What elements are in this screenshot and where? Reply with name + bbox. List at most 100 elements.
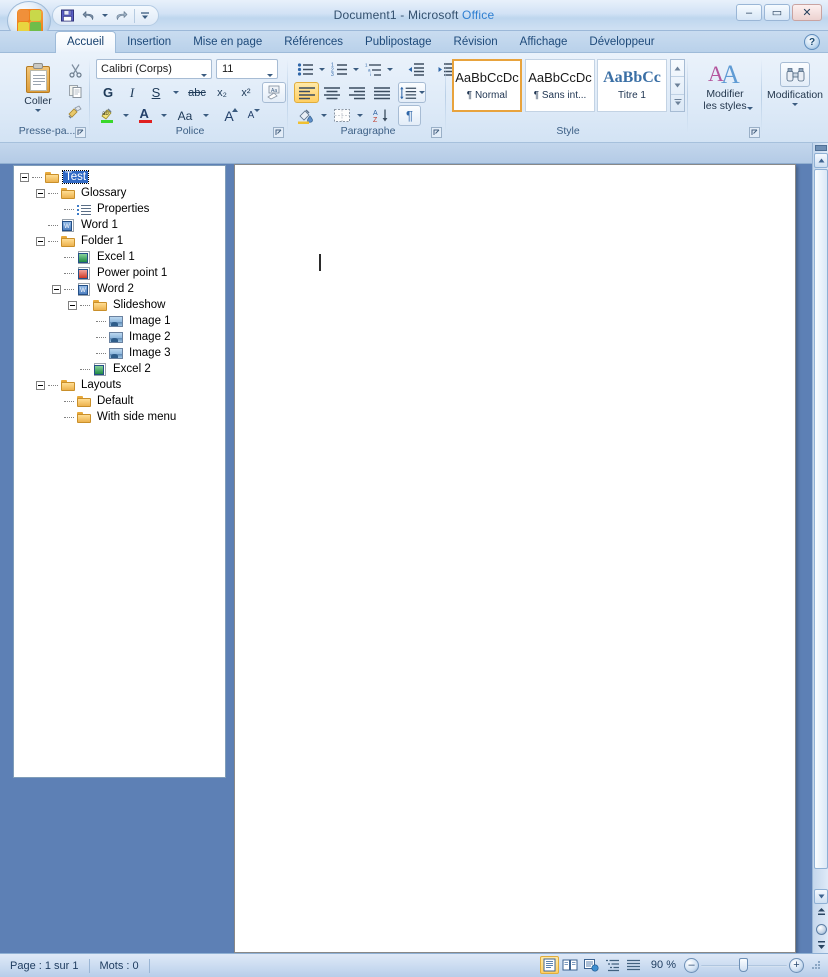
- cut-button[interactable]: [64, 60, 86, 80]
- tab-affichage[interactable]: Affichage: [509, 32, 579, 53]
- tab-developpeur[interactable]: Développeur: [578, 32, 665, 53]
- style-gallery-scroll-down[interactable]: [671, 77, 684, 95]
- bullets-dropdown-icon[interactable]: [316, 59, 328, 80]
- next-page-icon[interactable]: [816, 939, 827, 950]
- tree-item-excel-2[interactable]: Excel 2: [14, 361, 225, 377]
- zoom-slider[interactable]: [701, 958, 787, 972]
- tree-item-image-3[interactable]: Image 3: [14, 345, 225, 361]
- justify-button[interactable]: [369, 82, 394, 103]
- shading-dropdown-icon[interactable]: [318, 105, 330, 126]
- change-case-dropdown-icon[interactable]: [198, 105, 214, 126]
- tree-expander-glossary[interactable]: [36, 188, 45, 198]
- tree-item-layouts[interactable]: Layouts: [14, 377, 225, 393]
- split-window-handle[interactable]: [815, 145, 827, 151]
- undo-icon[interactable]: [79, 7, 98, 25]
- customize-icon[interactable]: [139, 7, 151, 25]
- tree-expander-layouts[interactable]: [36, 380, 45, 390]
- tree-item-word-2[interactable]: W Word 2: [14, 281, 225, 297]
- zoom-in-button[interactable]: +: [789, 957, 804, 973]
- bullets-button[interactable]: [294, 59, 316, 80]
- text-highlight-button[interactable]: ab: [96, 105, 118, 126]
- font-color-dropdown-icon[interactable]: [156, 105, 172, 126]
- word-count-status[interactable]: Mots : 0: [90, 957, 149, 975]
- font-color-button[interactable]: A: [134, 105, 156, 126]
- borders-button[interactable]: [330, 105, 354, 126]
- tree-item-image-1[interactable]: Image 1: [14, 313, 225, 329]
- tab-revision[interactable]: Révision: [443, 32, 509, 53]
- tab-accueil[interactable]: Accueil: [55, 31, 117, 54]
- tree-item-properties[interactable]: Properties: [14, 201, 225, 217]
- tree-item-word-1[interactable]: W Word 1: [14, 217, 225, 233]
- align-left-button[interactable]: [294, 82, 319, 103]
- style-item-titre-1[interactable]: AaBbCс Titre 1: [597, 59, 667, 112]
- tab-references[interactable]: Références: [273, 32, 354, 53]
- save-icon[interactable]: [58, 7, 77, 25]
- paste-button[interactable]: Coller: [12, 59, 64, 119]
- font-size-combobox[interactable]: 11: [216, 59, 278, 79]
- clipboard-dialog-launcher[interactable]: [75, 127, 86, 138]
- borders-dropdown-icon[interactable]: [354, 105, 366, 126]
- help-icon[interactable]: ?: [804, 34, 820, 50]
- highlight-dropdown-icon[interactable]: [118, 105, 134, 126]
- change-case-button[interactable]: Aa: [172, 105, 198, 126]
- resize-grip-icon[interactable]: [810, 959, 822, 971]
- bold-button[interactable]: G: [96, 82, 120, 103]
- italic-button[interactable]: I: [120, 82, 144, 103]
- strikethrough-button[interactable]: abc: [184, 82, 210, 103]
- tree-item-slideshow[interactable]: Slideshow: [14, 297, 225, 313]
- sort-button[interactable]: A Z: [369, 105, 394, 126]
- scroll-down-button[interactable]: [814, 889, 828, 904]
- clear-formatting-button[interactable]: Aa: [262, 82, 286, 103]
- style-gallery-more[interactable]: [671, 95, 684, 111]
- tree-expander-folder-1[interactable]: [36, 236, 45, 246]
- tree-expander-word-2[interactable]: [52, 284, 61, 294]
- numbering-dropdown-icon[interactable]: [350, 59, 362, 80]
- align-center-button[interactable]: [319, 82, 344, 103]
- multilevel-list-button[interactable]: 1 a i: [362, 59, 384, 80]
- tab-mise-en-page[interactable]: Mise en page: [182, 32, 273, 53]
- styles-dialog-launcher[interactable]: [749, 127, 760, 138]
- document-structure-tree-panel[interactable]: Test Glossary Properties W Word 1 Folder 1 Exc…: [13, 165, 226, 778]
- multilevel-dropdown-icon[interactable]: [384, 59, 396, 80]
- minimize-button[interactable]: –: [736, 4, 762, 21]
- show-formatting-marks-button[interactable]: ¶: [398, 105, 421, 126]
- scroll-up-button[interactable]: [814, 153, 828, 168]
- document-page[interactable]: [234, 164, 796, 953]
- tree-item-folder-1[interactable]: Folder 1: [14, 233, 225, 249]
- previous-page-icon[interactable]: [816, 907, 827, 918]
- draft-view-button[interactable]: [624, 956, 643, 974]
- line-spacing-button[interactable]: [398, 82, 426, 103]
- tree-item-excel-1[interactable]: Excel 1: [14, 249, 225, 265]
- page-count-status[interactable]: Page : 1 sur 1: [0, 957, 89, 975]
- numbering-button[interactable]: 1 2 3: [328, 59, 350, 80]
- paragraph-dialog-launcher[interactable]: [431, 127, 442, 138]
- format-painter-button[interactable]: [64, 102, 86, 122]
- style-item-sans-interligne[interactable]: AaBbCcDc ¶ Sans int...: [525, 59, 595, 112]
- close-button[interactable]: ✕: [792, 4, 822, 21]
- font-dialog-launcher[interactable]: [273, 127, 284, 138]
- tab-publipostage[interactable]: Publipostage: [354, 32, 443, 53]
- change-styles-button[interactable]: A A Modifier les styles: [692, 59, 758, 119]
- select-browse-object-icon[interactable]: [816, 924, 827, 935]
- tree-item-with-side-menu[interactable]: With side menu: [14, 409, 225, 425]
- superscript-button[interactable]: x²: [234, 82, 258, 103]
- style-gallery-scroll-up[interactable]: [671, 60, 684, 78]
- zoom-slider-thumb[interactable]: [739, 958, 748, 972]
- underline-button[interactable]: S: [144, 82, 168, 103]
- grow-font-button[interactable]: A: [218, 105, 240, 126]
- underline-dropdown-icon[interactable]: [168, 82, 184, 103]
- tree-expander-test[interactable]: [20, 172, 29, 182]
- subscript-button[interactable]: x₂: [210, 82, 234, 103]
- print-layout-view-button[interactable]: [539, 956, 559, 974]
- find-button[interactable]: [780, 62, 810, 87]
- zoom-level-label[interactable]: 90 %: [645, 959, 682, 971]
- tree-item-test[interactable]: Test: [14, 169, 225, 185]
- copy-button[interactable]: [64, 81, 86, 101]
- zoom-out-button[interactable]: –: [684, 957, 699, 973]
- maximize-button[interactable]: ▭: [764, 4, 790, 21]
- tree-expander-slideshow[interactable]: [68, 300, 77, 310]
- vertical-scrollbar[interactable]: [812, 143, 828, 953]
- tree-item-glossary[interactable]: Glossary: [14, 185, 225, 201]
- font-name-combobox[interactable]: Calibri (Corps): [96, 59, 212, 79]
- outline-view-button[interactable]: [603, 956, 622, 974]
